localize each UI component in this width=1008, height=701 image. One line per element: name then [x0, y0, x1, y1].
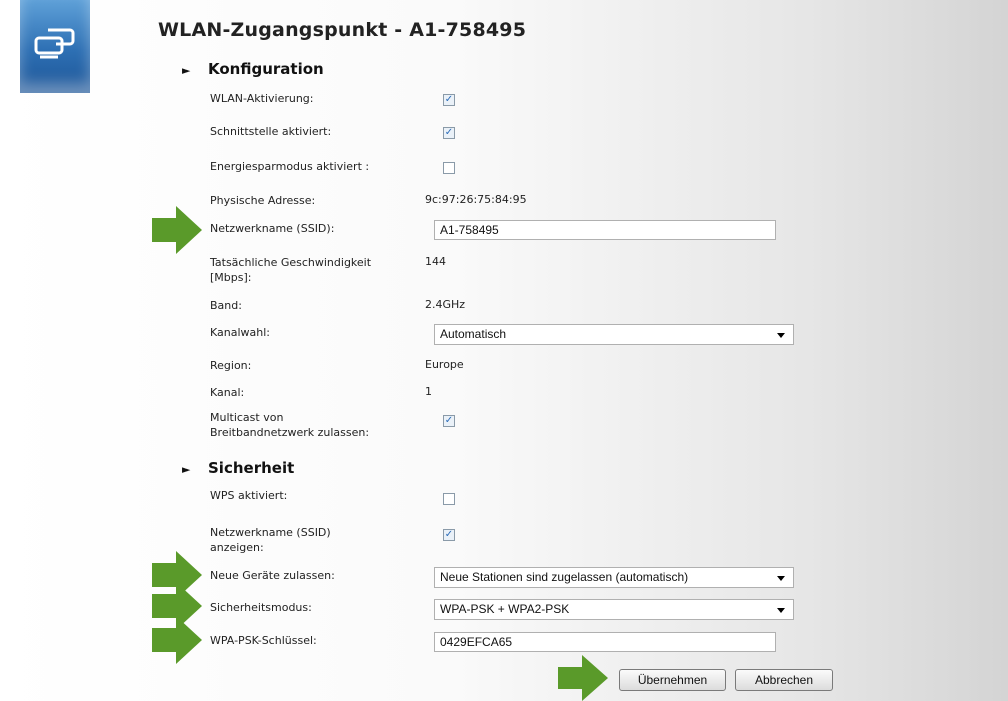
neue-geraete-select[interactable]: Neue Stationen sind zugelassen (automati… [434, 567, 794, 588]
apply-button[interactable]: Übernehmen [619, 669, 726, 691]
wlan-aktivierung-checkbox[interactable]: ✓ [443, 94, 455, 106]
psk-label: WPA-PSK-Schlüssel: [210, 634, 317, 647]
energiesparmodus-checkbox[interactable] [443, 162, 455, 174]
cancel-button[interactable]: Abbrechen [735, 669, 833, 691]
chevron-down-icon [777, 608, 785, 613]
physische-adresse-value: 9c:97:26:75:84:95 [425, 193, 527, 206]
multicast-label: Multicast von Breitbandnetzwerk zulassen… [210, 410, 369, 440]
wps-label: WPS aktiviert: [210, 489, 288, 502]
section-sicherheit: ► Sicherheit [182, 459, 294, 477]
multicast-label-line2: Breitbandnetzwerk zulassen: [210, 426, 370, 439]
sicherheitsmodus-label: Sicherheitsmodus: [210, 601, 312, 614]
green-arrow-icon [152, 206, 202, 254]
region-label: Region: [210, 359, 252, 372]
chevron-down-icon [777, 333, 785, 338]
kanalwahl-select[interactable]: Automatisch [434, 324, 794, 345]
chevron-down-icon [777, 576, 785, 581]
geschwindigkeit-label-line1: Tatsächliche Geschwindigkeit [210, 256, 372, 269]
neue-geraete-selected-value: Neue Stationen sind zugelassen (automati… [440, 570, 689, 584]
page-title: WLAN-Zugangspunkt - A1-758495 [158, 19, 527, 41]
sicherheitsmodus-selected-value: WPA-PSK + WPA2-PSK [440, 602, 570, 616]
expand-triangle-icon: ► [182, 463, 191, 476]
section-heading: Sicherheit [208, 459, 295, 477]
multicast-label-line1: Multicast von [210, 411, 284, 424]
ssid-input[interactable]: A1-758495 [434, 220, 776, 240]
geschwindigkeit-value: 144 [425, 255, 446, 268]
ssid-label: Netzwerkname (SSID): [210, 222, 335, 235]
section-konfiguration: ► Konfiguration [182, 60, 324, 78]
physische-adresse-label: Physische Adresse: [210, 194, 316, 207]
ssid-anzeigen-label-line2: anzeigen: [210, 541, 264, 554]
expand-triangle-icon: ► [182, 64, 191, 77]
psk-input[interactable]: 0429EFCA65 [434, 632, 776, 652]
section-heading: Konfiguration [208, 60, 324, 78]
network-device-icon [34, 28, 75, 59]
band-label: Band: [210, 299, 242, 312]
kanalwahl-label: Kanalwahl: [210, 326, 271, 339]
ssid-anzeigen-checkbox[interactable]: ✓ [443, 529, 455, 541]
schnittstelle-label: Schnittstelle aktiviert: [210, 125, 332, 138]
geschwindigkeit-label: Tatsächliche Geschwindigkeit [Mbps]: [210, 255, 371, 285]
energiesparmodus-label: Energiesparmodus aktiviert : [210, 160, 370, 173]
wps-checkbox[interactable] [443, 493, 455, 505]
multicast-checkbox[interactable]: ✓ [443, 415, 455, 427]
ssid-anzeigen-label: Netzwerkname (SSID) anzeigen: [210, 525, 331, 555]
kanalwahl-selected-value: Automatisch [440, 327, 507, 341]
router-logo [20, 0, 90, 93]
schnittstelle-checkbox[interactable]: ✓ [443, 127, 455, 139]
band-value: 2.4GHz [425, 298, 466, 311]
wlan-aktivierung-label: WLAN-Aktivierung: [210, 92, 314, 105]
green-arrow-icon [558, 655, 608, 701]
green-arrow-icon [152, 616, 202, 664]
geschwindigkeit-label-line2: [Mbps]: [210, 271, 252, 284]
kanal-label: Kanal: [210, 386, 245, 399]
kanal-value: 1 [425, 385, 432, 398]
sicherheitsmodus-select[interactable]: WPA-PSK + WPA2-PSK [434, 599, 794, 620]
ssid-anzeigen-label-line1: Netzwerkname (SSID) [210, 526, 331, 539]
neue-geraete-label: Neue Geräte zulassen: [210, 569, 335, 582]
region-value: Europe [425, 358, 464, 371]
